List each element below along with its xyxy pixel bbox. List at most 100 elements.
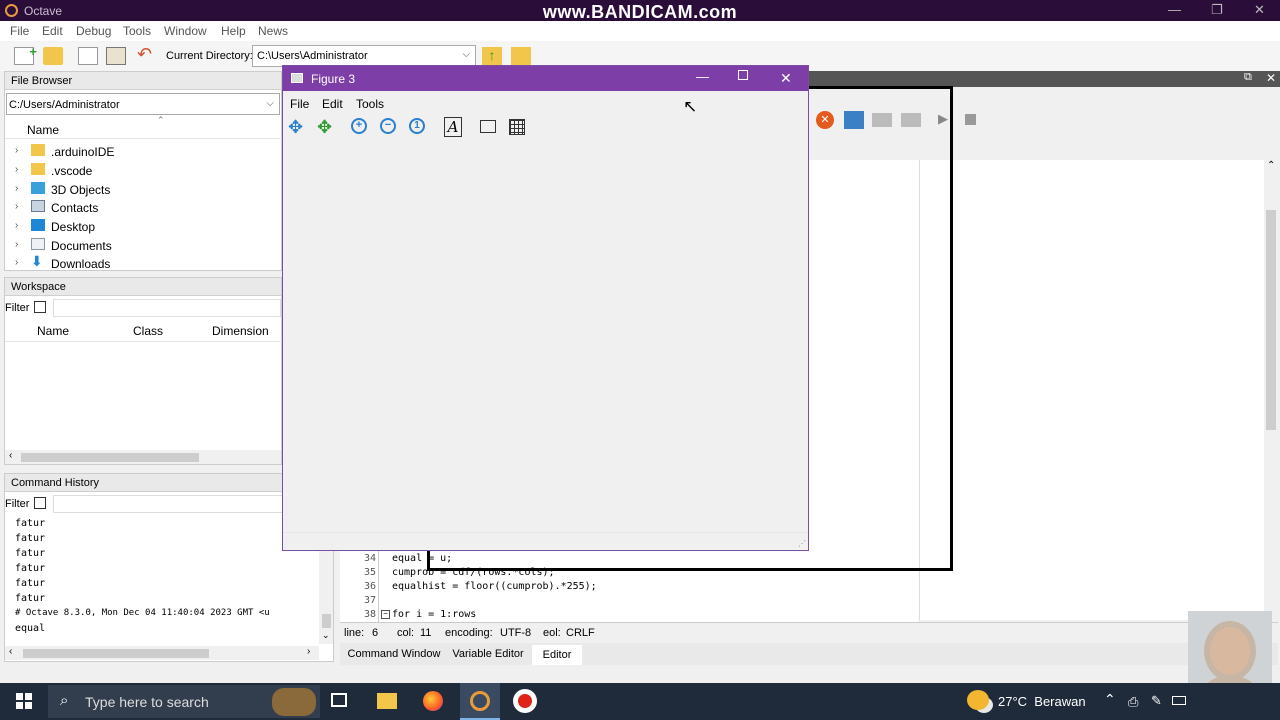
tab-editor[interactable]: Editor <box>532 645 582 665</box>
zoom-reset-icon[interactable]: 1 <box>409 118 425 134</box>
text-tool-icon[interactable]: A <box>444 117 462 137</box>
column-name[interactable]: Name <box>37 324 69 338</box>
open-folder-icon[interactable] <box>43 47 63 65</box>
new-script-icon[interactable]: + <box>14 44 37 65</box>
restore-icon[interactable]: ❐ <box>1211 2 1223 18</box>
code-line[interactable]: 36 equalhist = floor((cumprob).*255); <box>344 581 597 595</box>
menu-debug[interactable]: Debug <box>76 24 111 38</box>
file-browser-path[interactable]: C:/Users/Administrator ⌵ <box>6 93 280 115</box>
code-line[interactable]: 37 <box>344 595 392 609</box>
chevron-right-icon[interactable]: › <box>15 183 18 194</box>
current-dir-select[interactable]: C:\Users\Administrator ⌵ <box>252 45 476 67</box>
menu-tools[interactable]: Tools <box>123 24 151 38</box>
pan-icon[interactable]: ✥ <box>288 117 303 138</box>
editor-vscrollbar[interactable]: ⌃ <box>1264 160 1278 620</box>
chevron-right-icon[interactable]: › <box>15 257 18 268</box>
history-line[interactable]: fatur <box>15 578 45 589</box>
file-explorer-icon[interactable] <box>377 693 397 709</box>
history-line[interactable]: equal <box>15 623 45 634</box>
list-item[interactable]: › ⬇ Downloads <box>5 254 283 272</box>
fold-minus-icon[interactable]: − <box>381 610 390 619</box>
bandicam-icon[interactable] <box>513 689 537 713</box>
list-item[interactable]: › .vscode <box>5 161 283 179</box>
parent-dir-icon[interactable]: ↑ <box>482 47 502 65</box>
close-icon[interactable]: ✕ <box>780 70 792 87</box>
chevron-left-icon[interactable]: ‹ <box>9 646 12 657</box>
chevron-right-icon[interactable]: › <box>15 201 18 212</box>
figure-menu-tools[interactable]: Tools <box>356 97 384 111</box>
firefox-icon[interactable] <box>423 691 443 711</box>
scroll-thumb[interactable] <box>21 453 199 462</box>
history-line[interactable]: fatur <box>15 563 45 574</box>
tab-variable-editor[interactable]: Variable Editor <box>448 645 528 663</box>
code-line[interactable]: 38 for i = 1:rows <box>344 609 476 623</box>
chevron-right-icon[interactable]: › <box>15 220 18 231</box>
list-item[interactable]: › .arduinoIDE <box>5 142 283 160</box>
file-browser-header[interactable]: Name ⌃ <box>5 115 283 139</box>
chevron-left-icon[interactable]: ‹ <box>9 450 12 461</box>
list-item[interactable]: › Documents <box>5 236 283 254</box>
history-hscrollbar[interactable]: ‹ › <box>5 646 319 660</box>
close-icon[interactable]: ✕ <box>1254 2 1265 18</box>
windows-start-icon[interactable] <box>16 693 32 709</box>
workspace-hscrollbar[interactable]: ‹ <box>5 450 281 464</box>
history-line[interactable]: fatur <box>15 593 45 604</box>
figure-canvas[interactable] <box>283 142 808 532</box>
tab-command-window[interactable]: Command Window <box>344 645 444 663</box>
history-line[interactable]: fatur <box>15 518 45 529</box>
column-dimension[interactable]: Dimension <box>212 324 269 338</box>
copy-icon[interactable] <box>78 47 98 65</box>
list-item[interactable]: › Contacts <box>5 198 283 216</box>
scroll-thumb[interactable] <box>1266 210 1276 430</box>
workspace-filter-input[interactable] <box>53 299 281 317</box>
menu-file[interactable]: File <box>10 24 29 38</box>
undock-icon[interactable]: ⧉ <box>1244 71 1252 84</box>
taskbar-search-box[interactable]: ⌕ Type here to search <box>48 685 320 718</box>
history-line[interactable]: fatur <box>15 548 45 559</box>
column-class[interactable]: Class <box>133 324 163 338</box>
chevron-right-icon[interactable]: › <box>307 646 310 657</box>
zoom-out-icon[interactable]: − <box>380 118 396 134</box>
minimize-icon[interactable]: — <box>696 69 709 84</box>
scroll-thumb[interactable] <box>23 649 209 658</box>
figure-menu-edit[interactable]: Edit <box>322 97 343 111</box>
pen-icon[interactable]: ✎ <box>1151 693 1162 709</box>
chevron-down-icon[interactable]: ⌵ <box>462 49 470 60</box>
history-line[interactable]: # Octave 8.3.0, Mon Dec 04 11:40:04 2023… <box>15 608 270 618</box>
figure-menu-file[interactable]: File <box>290 97 309 111</box>
battery-icon[interactable] <box>1172 696 1186 705</box>
octave-taskbar-icon[interactable] <box>460 683 500 720</box>
history-line[interactable]: fatur <box>15 533 45 544</box>
menu-window[interactable]: Window <box>164 24 207 38</box>
axes-icon[interactable] <box>480 120 496 133</box>
browse-dir-icon[interactable] <box>511 47 531 65</box>
figure-title-bar[interactable]: Figure 3 — ✕ <box>283 66 808 91</box>
chevron-right-icon[interactable]: › <box>15 145 18 156</box>
resize-grip-icon[interactable]: ⋰ <box>798 539 806 548</box>
list-item[interactable]: › Desktop <box>5 217 283 235</box>
minimize-icon[interactable]: — <box>1168 2 1181 17</box>
rotate-icon[interactable]: ✥ <box>317 117 332 138</box>
menu-help[interactable]: Help <box>221 24 246 38</box>
zoom-in-icon[interactable]: + <box>351 118 367 134</box>
grid-icon[interactable] <box>509 119 525 135</box>
history-filter-checkbox[interactable] <box>34 497 46 509</box>
stop-icon[interactable] <box>965 114 976 125</box>
chevron-right-icon[interactable]: › <box>15 239 18 250</box>
menu-edit[interactable]: Edit <box>42 24 63 38</box>
undo-icon[interactable]: ↶ <box>137 44 157 64</box>
list-item[interactable]: › 3D Objects <box>5 180 283 198</box>
workspace-filter-checkbox[interactable] <box>34 301 46 313</box>
close-icon[interactable]: ✕ <box>1266 71 1276 85</box>
scroll-thumb[interactable] <box>322 614 331 628</box>
chevron-up-icon[interactable]: ⌃ <box>1267 160 1275 171</box>
chevron-down-icon[interactable]: ⌵ <box>266 98 274 109</box>
weather-text[interactable]: 27°C Berawan <box>998 694 1086 709</box>
maximize-icon[interactable] <box>738 70 748 80</box>
paste-icon[interactable] <box>106 47 126 65</box>
chevron-down-icon[interactable]: ⌄ <box>322 630 330 641</box>
menu-news[interactable]: News <box>258 24 288 38</box>
task-view-icon[interactable] <box>331 693 347 707</box>
meet-now-icon[interactable]: ⎙ <box>1128 694 1138 710</box>
chevron-up-icon[interactable]: ⌃ <box>1104 691 1116 708</box>
